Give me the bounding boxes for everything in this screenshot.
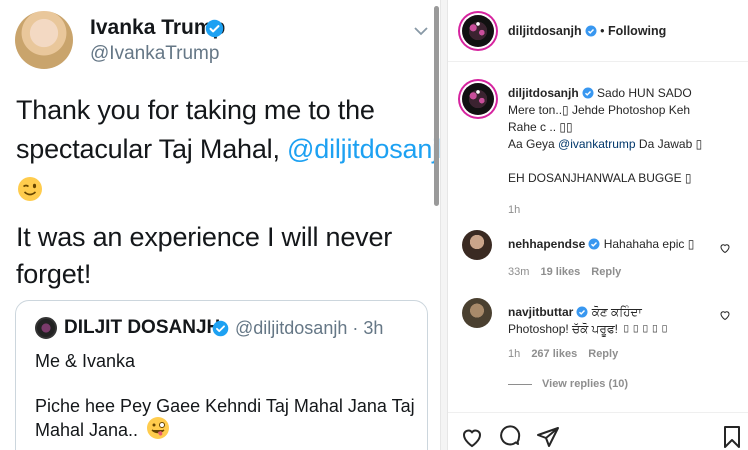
- tweet-card: Ivanka Trump @IvankaTrump Thank you for …: [0, 0, 440, 450]
- tweet-text-line: It was an experience I will never: [16, 222, 393, 252]
- tweet-text-line: spectacular Taj Mahal, @diljitdosanjh!: [16, 134, 440, 165]
- caption-line: Aa Geya @ivankatrump Da Jawab ▯: [508, 136, 743, 153]
- quoted-handle-time: @diljitdosanjh · 3h: [235, 318, 384, 338]
- comment-likes[interactable]: 267 likes: [531, 348, 577, 360]
- comment-icon[interactable]: [498, 425, 522, 449]
- verified-badge-icon: [582, 87, 594, 99]
- comment: navjitbuttar ਕੋਣ ਕਹਿੰਦਾ Photoshop! ਚੱਕੋ …: [508, 304, 669, 338]
- comment-username[interactable]: nehhapendse: [508, 237, 585, 251]
- caption-age: 1h: [508, 204, 521, 216]
- winking-face-emoji-icon: [18, 177, 42, 201]
- caption-avatar[interactable]: [462, 83, 494, 115]
- verified-badge-icon: [576, 306, 588, 318]
- caption-text: Sado HUN SADO: [597, 86, 692, 100]
- verified-badge-icon: [588, 238, 600, 250]
- caption-line: diljitdosanjh Sado HUN SADO: [508, 85, 743, 102]
- verified-badge-icon: [585, 25, 597, 37]
- following-button[interactable]: Following: [608, 24, 666, 38]
- comment-text: Hahahaha epic ▯: [603, 237, 695, 251]
- nehhapendse-avatar[interactable]: [462, 230, 492, 260]
- instagram-panel: diljitdosanjh • Following diljitdosanjh …: [448, 0, 748, 450]
- view-replies-button[interactable]: View replies (10): [508, 378, 628, 390]
- header-username[interactable]: diljitdosanjh: [508, 24, 582, 38]
- caption-line: Rahe c .. ▯▯: [508, 120, 573, 134]
- tweet-text-line: Thank you for taking me to the: [16, 95, 375, 125]
- caption-username[interactable]: diljitdosanjh: [508, 86, 579, 100]
- caption-text: Aa Geya: [508, 137, 559, 151]
- header-separator: •: [600, 24, 605, 38]
- bookmark-icon[interactable]: [720, 425, 744, 449]
- replies-line: [508, 383, 532, 385]
- verified-badge-icon: [212, 320, 229, 337]
- diljit-avatar: [35, 317, 57, 339]
- navjitbuttar-avatar[interactable]: [462, 298, 492, 328]
- quoted-text-line: Me & Ivanka: [35, 351, 136, 371]
- comment: nehhapendse Hahahaha epic ▯: [508, 237, 694, 251]
- view-replies-label[interactable]: View replies (10): [542, 378, 628, 390]
- panel-divider: [440, 0, 448, 450]
- quoted-author-name: DILJIT DOSANJH: [64, 317, 221, 338]
- caption-text: Da Jawab ▯: [635, 137, 703, 151]
- tweet-text-fragment: spectacular Taj Mahal,: [16, 134, 288, 164]
- share-icon[interactable]: [536, 425, 560, 449]
- comment-like-heart-icon[interactable]: [719, 309, 731, 321]
- chevron-down-icon[interactable]: [414, 26, 428, 36]
- comment-username[interactable]: navjitbuttar: [508, 305, 573, 319]
- post-header: diljitdosanjh • Following: [448, 0, 748, 62]
- verified-badge-icon: [205, 19, 224, 38]
- caption-line: EH DOSANJHANWALA BUGGE ▯: [508, 171, 692, 185]
- comment-text: Photoshop! ਚੱਕੋ ਪਰੂਫ! ▯▯▯▯▯: [508, 322, 670, 336]
- comment-age: 1h: [508, 348, 521, 360]
- post-action-bar: [448, 412, 748, 450]
- heart-icon[interactable]: [460, 425, 484, 449]
- comment-like-heart-icon[interactable]: [719, 242, 731, 254]
- tweet-text-line: forget!: [16, 259, 92, 289]
- post-caption: diljitdosanjh Sado HUN SADO Mere ton..▯ …: [508, 85, 743, 219]
- comment-age: 33m: [508, 266, 530, 278]
- zany-face-emoji-icon: [147, 417, 169, 439]
- reply-button[interactable]: Reply: [588, 348, 618, 360]
- reply-button[interactable]: Reply: [591, 266, 621, 278]
- quoted-text-line: Mahal Jana..: [35, 420, 139, 440]
- quoted-tweet[interactable]: DILJIT DOSANJH @diljitdosanjh · 3h Me & …: [15, 300, 428, 450]
- tweet-author-handle[interactable]: @IvankaTrump: [90, 43, 219, 65]
- quoted-text-line: Piche hee Pey Gaee Kehndi Taj Mahal Jana…: [35, 396, 415, 416]
- comment-likes[interactable]: 19 likes: [540, 266, 580, 278]
- avatar-pattern: [462, 83, 494, 115]
- mention-link[interactable]: @diljitdosanjh: [287, 134, 440, 164]
- scrollbar[interactable]: [434, 6, 439, 206]
- mention-link[interactable]: @ivankatrump: [558, 137, 636, 151]
- comment-meta: 33m 19 likes Reply: [508, 266, 621, 278]
- comment-meta: 1h 267 likes Reply: [508, 348, 618, 360]
- ivanka-avatar[interactable]: [15, 11, 73, 69]
- avatar-pattern: [462, 15, 494, 47]
- caption-line: Mere ton..▯ Jehde Photoshop Keh: [508, 103, 691, 117]
- diljit-avatar[interactable]: [462, 15, 494, 47]
- header-user-line: diljitdosanjh • Following: [508, 24, 666, 38]
- comment-line: navjitbuttar ਕੋਣ ਕਹਿੰਦਾ: [508, 304, 669, 321]
- comment-text: ਕੋਣ ਕਹਿੰਦਾ: [591, 305, 642, 319]
